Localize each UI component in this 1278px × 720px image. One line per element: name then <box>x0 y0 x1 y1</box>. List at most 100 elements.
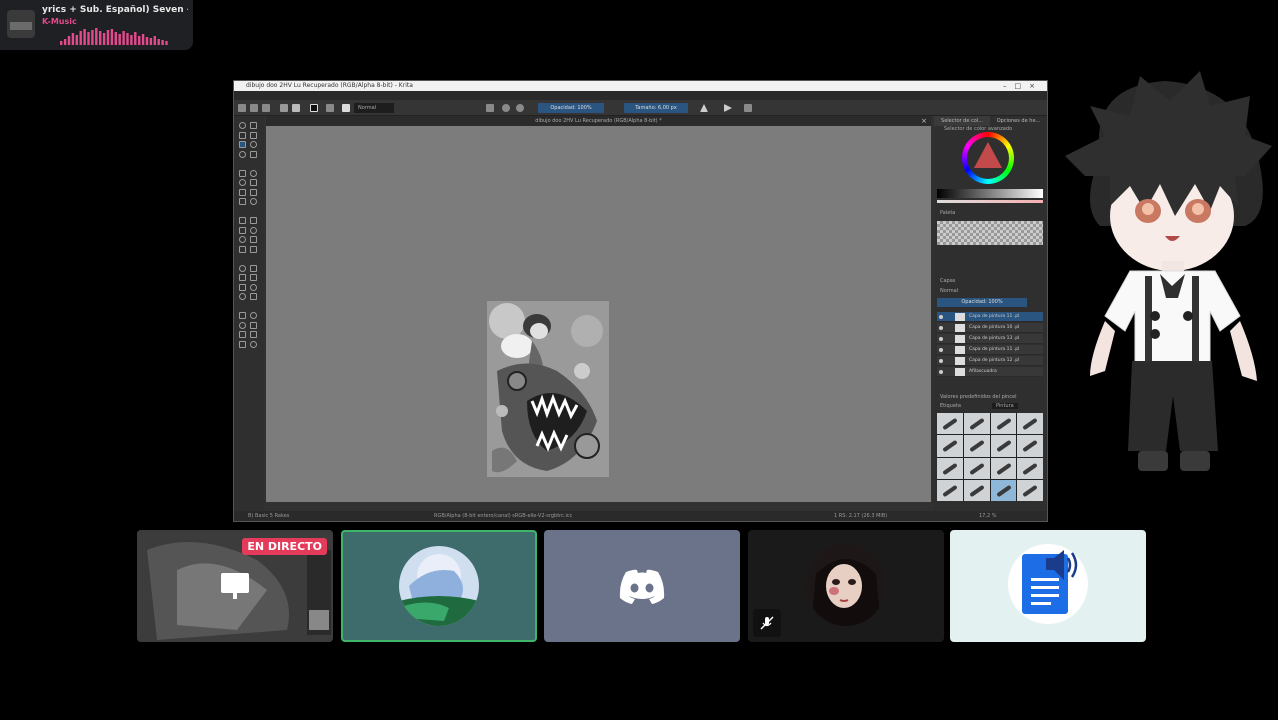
palette-swatches[interactable] <box>937 221 1043 245</box>
layer-row[interactable]: Capa de pintura 11 .pl <box>937 345 1043 355</box>
brush-preset[interactable] <box>937 413 963 435</box>
tool-button[interactable] <box>239 217 246 224</box>
tool-button[interactable] <box>239 293 246 300</box>
tool-button[interactable] <box>239 283 246 291</box>
tool-button[interactable] <box>239 264 246 272</box>
blend-mode-select[interactable]: Normal <box>354 103 394 113</box>
participant-tile-speaking[interactable] <box>341 530 537 642</box>
brush-preset[interactable] <box>990 413 1017 435</box>
tool-button[interactable] <box>239 169 246 177</box>
tool-button[interactable] <box>250 217 257 224</box>
discord-participant-tile[interactable] <box>544 530 740 642</box>
tool-button[interactable] <box>250 188 257 196</box>
size-slider[interactable]: Tamaño: 6,00 px <box>624 103 688 113</box>
layer-row[interactable]: Capa de pintura 12 .pl <box>937 356 1043 366</box>
gradient-icon[interactable] <box>280 104 288 112</box>
tab-color-selector[interactable]: Selector de col... <box>934 116 990 126</box>
window-title-bar[interactable]: dibujo doo 2HV Lu Recuperado (RGB/Alpha … <box>234 81 1047 91</box>
brush-preset[interactable] <box>963 479 990 501</box>
hue-gradient[interactable] <box>937 200 1043 203</box>
status-zoom[interactable]: 17,2 % <box>979 511 996 521</box>
tool-button[interactable] <box>239 321 246 329</box>
tool-button[interactable] <box>239 236 246 243</box>
color-triangle[interactable] <box>974 142 1002 168</box>
layer-opacity-slider[interactable]: Opacidad: 100% <box>937 298 1027 307</box>
tool-button[interactable] <box>250 122 257 129</box>
value-gradient[interactable] <box>937 189 1043 198</box>
brush-preset[interactable] <box>963 413 990 435</box>
tool-button[interactable] <box>239 274 246 281</box>
tool-button[interactable] <box>250 293 257 300</box>
tool-button[interactable] <box>239 122 246 129</box>
new-file-icon[interactable] <box>238 104 246 112</box>
eye-icon[interactable] <box>939 348 943 352</box>
brush-preset[interactable] <box>937 457 963 479</box>
tool-button[interactable] <box>250 340 257 348</box>
brush-preset[interactable] <box>937 435 963 457</box>
layer-row[interactable]: Afilascuadra <box>937 367 1043 377</box>
tool-button[interactable] <box>250 283 257 291</box>
tool-button[interactable] <box>239 331 246 338</box>
brush-preset[interactable] <box>990 479 1017 501</box>
krita-window[interactable]: dibujo doo 2HV Lu Recuperado (RGB/Alpha … <box>233 80 1048 522</box>
tool-button[interactable] <box>250 198 257 205</box>
save-icon[interactable] <box>262 104 270 112</box>
close-icon[interactable]: × <box>921 116 927 126</box>
tool-button[interactable] <box>250 245 257 253</box>
document-tab[interactable]: dibujo doo 2HV Lu Recuperado (RGB/Alpha … <box>266 116 931 126</box>
play-icon[interactable] <box>724 104 732 112</box>
tool-button[interactable] <box>239 340 246 348</box>
tool-button[interactable] <box>250 331 257 338</box>
window-controls[interactable]: –□× <box>1003 81 1043 91</box>
brush-preset[interactable] <box>990 457 1017 479</box>
brush-preset-icon[interactable] <box>326 104 334 112</box>
eye-icon[interactable] <box>939 315 943 319</box>
eye-icon[interactable] <box>939 326 943 330</box>
brush-preset[interactable] <box>963 435 990 457</box>
brush-preset[interactable] <box>963 457 990 479</box>
eye-icon[interactable] <box>939 337 943 341</box>
tool-button[interactable] <box>250 274 257 281</box>
mirror-icon[interactable] <box>744 104 752 112</box>
open-file-icon[interactable] <box>250 104 258 112</box>
tool-button[interactable] <box>250 236 257 243</box>
tab-tool-options[interactable]: Opciones de he... <box>990 116 1047 126</box>
camera-participant-tile[interactable] <box>748 530 944 642</box>
brush-preset[interactable] <box>937 479 963 501</box>
brush-preset[interactable] <box>1017 435 1043 457</box>
layer-row[interactable]: Capa de pintura 11 .pl <box>937 312 1043 322</box>
eye-icon[interactable] <box>939 359 943 363</box>
screen-share-tile[interactable]: EN DIRECTO <box>137 530 333 642</box>
tool-button[interactable] <box>250 226 257 234</box>
tool-button[interactable] <box>239 198 246 205</box>
tool-button[interactable] <box>239 226 246 234</box>
tool-button[interactable] <box>239 141 246 148</box>
soundboard-participant-tile[interactable] <box>950 530 1146 642</box>
eye-icon[interactable] <box>939 370 943 374</box>
canvas-area[interactable] <box>266 126 931 502</box>
tool-button[interactable] <box>250 150 257 158</box>
brush-preset[interactable] <box>1017 479 1043 501</box>
tool-button[interactable] <box>239 245 246 253</box>
color-swap-icon[interactable] <box>310 104 318 112</box>
tool-button[interactable] <box>250 131 257 139</box>
layer-blend-mode[interactable]: Normal <box>940 288 958 294</box>
reload-icon[interactable] <box>516 104 524 112</box>
tool-button[interactable] <box>250 312 257 319</box>
layer-row[interactable]: Capa de pintura 13 .pl <box>937 334 1043 344</box>
layer-row[interactable]: Capa de pintura 10 .pl <box>937 323 1043 333</box>
tool-button[interactable] <box>239 188 246 196</box>
tool-button[interactable] <box>250 169 257 177</box>
tool-button[interactable] <box>239 150 246 158</box>
tool-button[interactable] <box>239 131 246 139</box>
tool-button[interactable] <box>239 312 246 319</box>
brush-filter-select[interactable]: Pintura <box>992 403 1018 409</box>
opacity-slider[interactable]: Opacidad: 100% <box>538 103 604 113</box>
tool-button[interactable] <box>250 179 257 186</box>
alpha-lock-icon[interactable] <box>502 104 510 112</box>
pattern-icon[interactable] <box>292 104 300 112</box>
brush-preset[interactable] <box>1017 413 1043 435</box>
brush-preset[interactable] <box>990 435 1017 457</box>
tool-button[interactable] <box>239 179 246 186</box>
tool-button[interactable] <box>250 321 257 329</box>
